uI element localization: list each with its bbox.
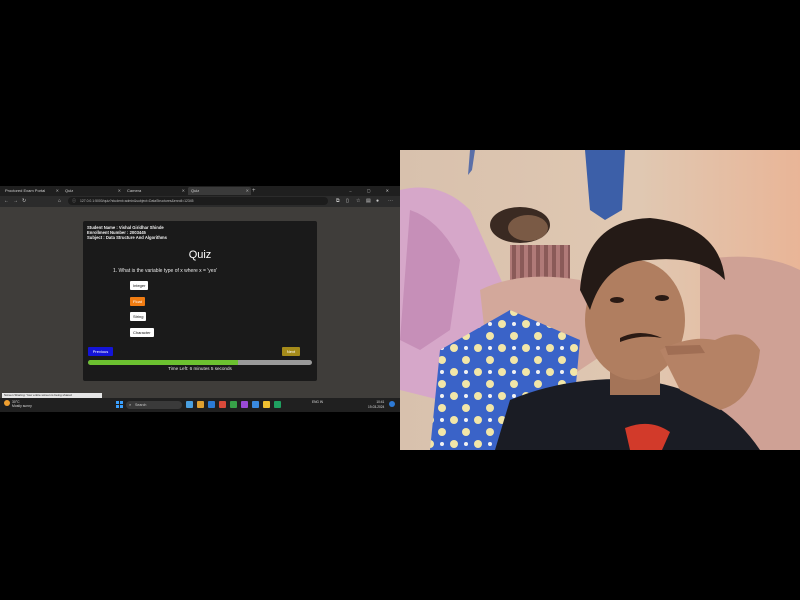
browser-toolbar: ← → ↻ ⌂ ⓘ 127.0.0.1:5000/quiz?student=ad… <box>0 196 400 207</box>
option-float[interactable]: Float <box>130 297 145 306</box>
folder-icon[interactable] <box>263 401 270 408</box>
question-text: 1. What is the variable type of x where … <box>113 268 218 274</box>
time-left: Time Left: 6 minutes 5 seconds <box>168 366 232 371</box>
weather-widget[interactable]: 30°C Mostly sunny <box>12 400 32 408</box>
option-character[interactable]: Character <box>130 328 154 337</box>
profile-icon[interactable]: ● <box>376 197 379 206</box>
taskbar: 30°C Mostly sunny ⌕ Search ENG IN 10:41 … <box>0 398 400 412</box>
file-explorer-icon[interactable] <box>197 401 204 408</box>
menu-icon[interactable]: ⋯ <box>388 197 393 206</box>
tab-label: Camera <box>127 188 142 193</box>
office-icon[interactable] <box>219 401 226 408</box>
back-icon[interactable]: ← <box>4 197 9 206</box>
tab-label: Quiz <box>65 188 74 193</box>
edge-icon[interactable] <box>208 401 215 408</box>
subject: Subject : Data Structure And Algorithms <box>87 235 167 240</box>
close-icon[interactable]: ✕ <box>118 187 121 195</box>
system-tray[interactable]: ENG IN <box>312 400 323 405</box>
shared-screen: Proctored Exam Portal ✕ Quiz ✕ Camera ✕ Qui… <box>0 186 400 412</box>
favorites-icon[interactable]: ☆ <box>356 197 360 206</box>
reload-icon[interactable]: ↻ <box>22 197 26 206</box>
windows-start-icon[interactable] <box>116 401 123 408</box>
next-button[interactable]: Next <box>282 347 300 356</box>
plus-icon[interactable]: + <box>252 187 256 195</box>
tab-label: Quiz <box>191 188 200 193</box>
forward-icon[interactable]: → <box>13 197 18 206</box>
app-icon[interactable] <box>274 401 281 408</box>
clock-date: 19-03-2024 <box>368 404 385 409</box>
extensions-icon[interactable]: ⧉ <box>336 197 340 206</box>
search-placeholder: Search <box>135 403 147 407</box>
close-icon[interactable]: ✕ <box>246 187 249 195</box>
vscode-icon[interactable] <box>252 401 259 408</box>
tab-3[interactable]: Camera ✕ <box>124 187 187 195</box>
tab-2[interactable]: Quiz ✕ <box>62 187 123 195</box>
address-bar[interactable]: ⓘ 127.0.0.1:5000/quiz?student=admin&subj… <box>68 197 328 205</box>
search-icon: ⌕ <box>129 402 132 407</box>
progress-bar <box>88 360 312 365</box>
collections-icon[interactable]: ▤ <box>366 197 371 206</box>
close-icon[interactable]: ✕ <box>182 187 185 195</box>
info-icon[interactable]: ⓘ <box>72 197 76 205</box>
url-text: 127.0.0.1:5000/quiz?student=admin&subjec… <box>80 199 194 203</box>
sun-icon <box>4 400 10 406</box>
option-string[interactable]: String <box>130 312 147 321</box>
browser-tab-bar: Proctored Exam Portal ✕ Quiz ✕ Camera ✕ Qui… <box>0 186 400 196</box>
tab-4[interactable]: Quiz ✕ <box>188 187 251 195</box>
home-icon[interactable]: ⌂ <box>58 197 61 206</box>
tab-label: Proctored Exam Portal <box>5 188 46 193</box>
webcam-feed <box>400 150 800 450</box>
notification-icon[interactable] <box>389 401 395 407</box>
vs-icon[interactable] <box>241 401 248 408</box>
close-icon[interactable]: ✕ <box>56 187 59 195</box>
clock[interactable]: 10:41 19-03-2024 <box>368 400 384 409</box>
quiz-card: Student Name : Vishal Giridhar Shinde En… <box>83 221 317 381</box>
tab-1[interactable]: Proctored Exam Portal ✕ <box>2 187 61 195</box>
split-icon[interactable]: ▯ <box>346 197 349 206</box>
page-viewport: Student Name : Vishal Giridhar Shinde En… <box>0 207 400 393</box>
weather-condition: Mostly sunny <box>12 404 32 408</box>
taskbar-search[interactable]: ⌕ Search <box>126 401 182 409</box>
option-integer[interactable]: Integer <box>130 281 149 290</box>
page-title: Quiz <box>188 249 212 261</box>
webcam-image <box>400 150 800 450</box>
window-controls[interactable]: – ▢ ✕ <box>349 187 396 195</box>
task-view-icon[interactable] <box>186 401 193 408</box>
progress-fill <box>88 360 239 365</box>
previous-button[interactable]: Previous <box>88 347 113 356</box>
chrome-icon[interactable] <box>230 401 237 408</box>
